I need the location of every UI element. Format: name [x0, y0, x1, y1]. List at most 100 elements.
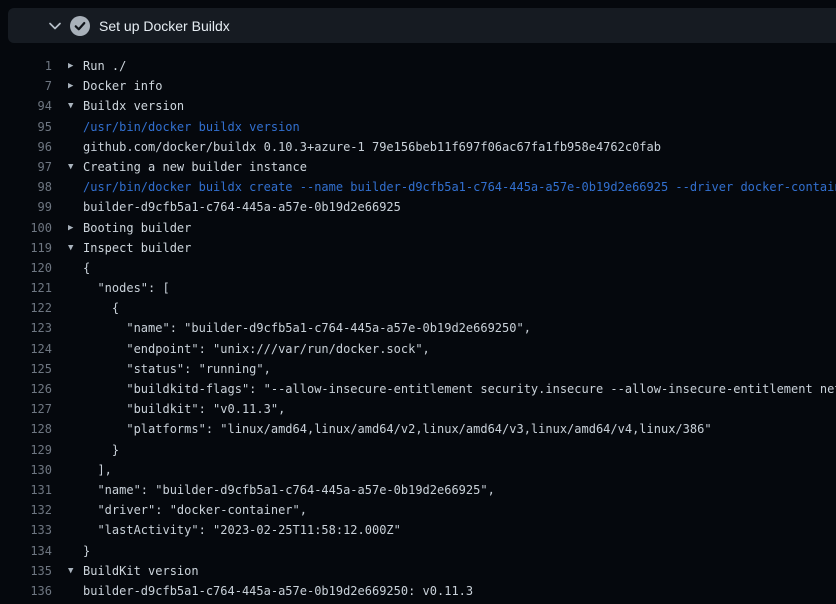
log-line: 130 ], — [0, 460, 836, 480]
log-line: 134} — [0, 541, 836, 561]
output-text: "buildkitd-flags": "--allow-insecure-ent… — [52, 379, 836, 399]
output-text: } — [52, 440, 119, 460]
log-group-row[interactable]: 119 ▼ Inspect builder — [0, 238, 836, 258]
triangle-down-icon[interactable]: ▼ — [68, 157, 73, 177]
output-text: github.com/docker/buildx 0.10.3+azure-1 … — [52, 137, 661, 157]
log-group-row[interactable]: 1 ▶ Run ./ — [0, 56, 836, 76]
output-text: "lastActivity": "2023-02-25T11:58:12.000… — [52, 520, 401, 540]
check-circle-icon — [70, 16, 90, 36]
log-group-row[interactable]: 97▼Creating a new builder instance — [0, 157, 836, 177]
log-text: "platforms": "linux/amd64,linux/amd64/v2… — [83, 422, 712, 436]
log-text: Booting builder — [83, 221, 191, 235]
log-line: 96 github.com/docker/buildx 0.10.3+azure-… — [0, 137, 836, 157]
line-number[interactable]: 99 — [0, 197, 52, 217]
log-group-row[interactable]: 7 ▶ Docker info — [0, 76, 836, 96]
log-text: "endpoint": "unix:///var/run/docker.sock… — [83, 342, 430, 356]
line-number[interactable]: 100 — [0, 218, 52, 238]
output-text: ], — [52, 460, 112, 480]
line-number[interactable]: 121 — [0, 278, 52, 298]
step-header[interactable]: Set up Docker Buildx — [8, 8, 836, 43]
group-title: ▶ Booting builder — [52, 218, 191, 238]
line-number[interactable]: 136 — [0, 581, 52, 601]
triangle-right-icon[interactable]: ▶ — [68, 56, 73, 76]
line-number[interactable]: 119 — [0, 238, 52, 258]
line-number[interactable]: 97 — [0, 157, 52, 177]
log-group-row[interactable]: 94 ▼ Buildx version — [0, 96, 836, 116]
line-number[interactable]: 134 — [0, 541, 52, 561]
log-line: 124 "endpoint": "unix:///var/run/docker.… — [0, 339, 836, 359]
step-title: Set up Docker Buildx — [99, 18, 230, 34]
output-text: "driver": "docker-container", — [52, 500, 307, 520]
triangle-down-icon[interactable]: ▼ — [68, 561, 73, 581]
triangle-right-icon[interactable]: ▶ — [68, 76, 73, 96]
log-lines: 1 ▶ Run ./ 7 ▶ Docker info 94 ▼ Buildx version 95… — [0, 43, 836, 604]
log-line: 120 { — [0, 258, 836, 278]
log-text: Docker info — [83, 79, 162, 93]
line-number[interactable]: 120 — [0, 258, 52, 278]
log-line: 132 "driver": "docker-container", — [0, 500, 836, 520]
line-number[interactable]: 94 — [0, 96, 52, 116]
triangle-right-icon[interactable]: ▶ — [68, 218, 73, 238]
group-title: ▶ Docker info — [52, 76, 162, 96]
log-text: Buildx version — [83, 99, 184, 113]
log-line: 123 "name": "builder-d9cfb5a1-c764-445a-… — [0, 318, 836, 338]
log-text: github.com/docker/buildx 0.10.3+azure-1 … — [83, 140, 661, 154]
log-line: 127 "buildkit": "v0.11.3", — [0, 399, 836, 419]
line-number[interactable]: 125 — [0, 359, 52, 379]
log-line: 129 } — [0, 440, 836, 460]
log-text: builder-d9cfb5a1-c764-445a-a57e-0b19d2e6… — [83, 584, 473, 598]
log-text: ], — [83, 463, 112, 477]
output-text: "platforms": "linux/amd64,linux/amd64/v2… — [52, 419, 712, 439]
command-text: /usr/bin/docker buildx create --name bui… — [52, 177, 836, 197]
group-title: ▼ Buildx version — [52, 96, 184, 116]
line-number[interactable]: 1 — [0, 56, 52, 76]
line-number[interactable]: 124 — [0, 339, 52, 359]
triangle-down-icon[interactable]: ▼ — [68, 96, 73, 116]
line-number[interactable]: 98 — [0, 177, 52, 197]
log-text: BuildKit version — [83, 564, 199, 578]
line-number[interactable]: 96 — [0, 137, 52, 157]
output-text: "nodes": [ — [52, 278, 170, 298]
line-number[interactable]: 126 — [0, 379, 52, 399]
log-text: "buildkitd-flags": "--allow-insecure-ent… — [83, 382, 836, 396]
log-text: "name": "builder-d9cfb5a1-c764-445a-a57e… — [83, 321, 531, 335]
chevron-down-icon[interactable] — [47, 18, 63, 34]
line-number[interactable]: 132 — [0, 500, 52, 520]
log-line: 128 "platforms": "linux/amd64,linux/amd6… — [0, 419, 836, 439]
group-title: ▼ BuildKit version — [52, 561, 199, 581]
log-line: 95/usr/bin/docker buildx version — [0, 117, 836, 137]
log-text: } — [83, 443, 119, 457]
line-number[interactable]: 128 — [0, 419, 52, 439]
line-number[interactable]: 127 — [0, 399, 52, 419]
log-line: 99builder-d9cfb5a1-c764-445a-a57e-0b19d2… — [0, 197, 836, 217]
line-number[interactable]: 123 — [0, 318, 52, 338]
group-title: ▼ Inspect builder — [52, 238, 191, 258]
line-number[interactable]: 130 — [0, 460, 52, 480]
log-text: "status": "running", — [83, 362, 271, 376]
log-text: { — [83, 261, 90, 275]
log-line: 121 "nodes": [ — [0, 278, 836, 298]
command-text: /usr/bin/docker buildx version — [52, 117, 300, 137]
log-text: Run ./ — [83, 59, 126, 73]
output-text: builder-d9cfb5a1-c764-445a-a57e-0b19d2e6… — [52, 197, 401, 217]
log-text: "name": "builder-d9cfb5a1-c764-445a-a57e… — [83, 483, 495, 497]
log-line: 125 "status": "running", — [0, 359, 836, 379]
log-group-row[interactable]: 135 ▼ BuildKit version — [0, 561, 836, 581]
log-text: "nodes": [ — [83, 281, 170, 295]
log-text: "lastActivity": "2023-02-25T11:58:12.000… — [83, 523, 401, 537]
output-text: "endpoint": "unix:///var/run/docker.sock… — [52, 339, 430, 359]
triangle-down-icon[interactable]: ▼ — [68, 238, 73, 258]
output-text: { — [52, 298, 119, 318]
line-number[interactable]: 131 — [0, 480, 52, 500]
output-text: "status": "running", — [52, 359, 271, 379]
output-text: "name": "builder-d9cfb5a1-c764-445a-a57e… — [52, 318, 531, 338]
line-number[interactable]: 129 — [0, 440, 52, 460]
log-text: Inspect builder — [83, 241, 191, 255]
line-number[interactable]: 7 — [0, 76, 52, 96]
line-number[interactable]: 135 — [0, 561, 52, 581]
line-number[interactable]: 95 — [0, 117, 52, 137]
line-number[interactable]: 133 — [0, 520, 52, 540]
log-group-row[interactable]: 100 ▶ Booting builder — [0, 218, 836, 238]
output-text: { — [52, 258, 90, 278]
line-number[interactable]: 122 — [0, 298, 52, 318]
